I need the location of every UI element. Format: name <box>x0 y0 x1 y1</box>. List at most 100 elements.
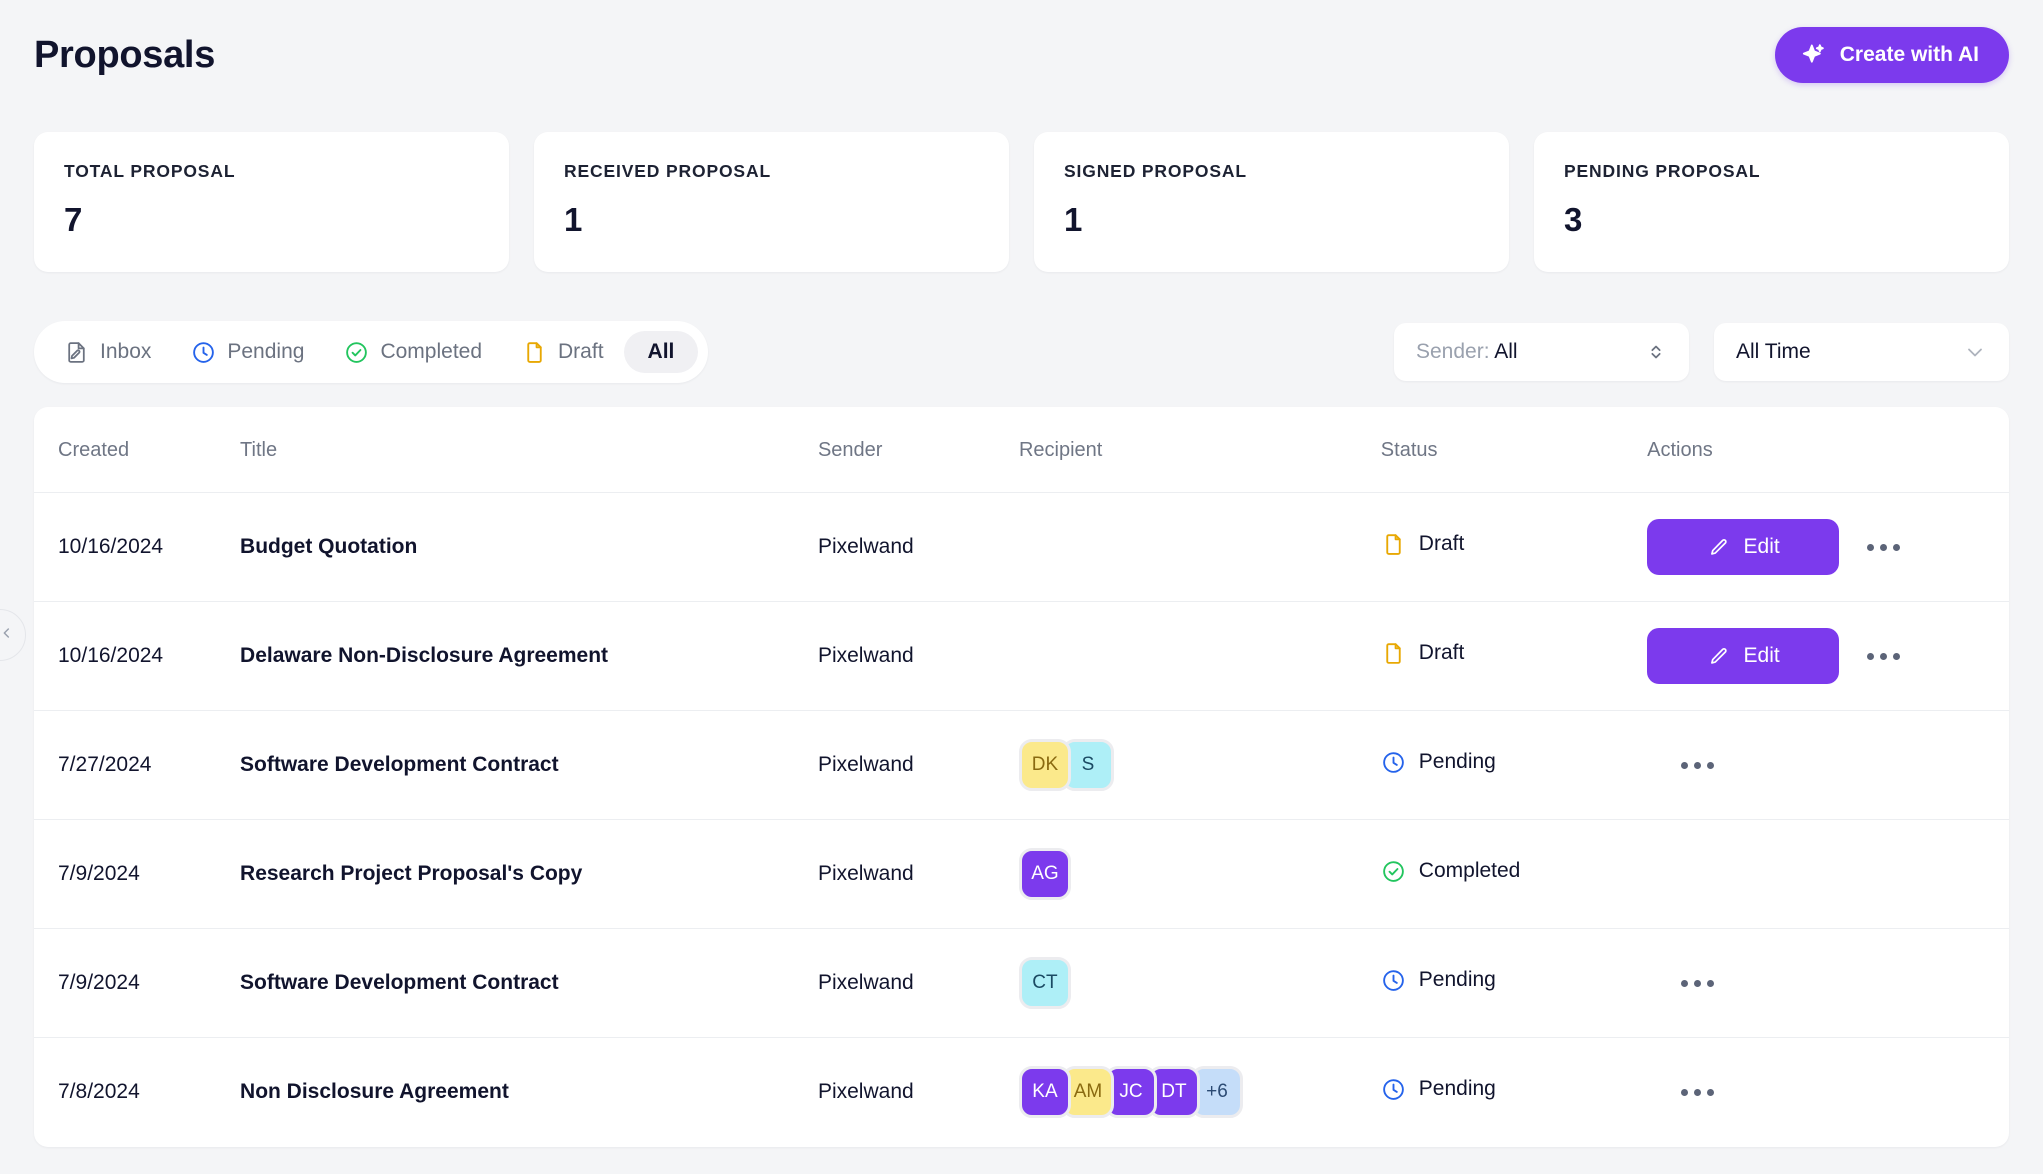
status-label: Pending <box>1418 750 1496 773</box>
avatar: KA <box>1018 1066 1071 1119</box>
tab-inbox[interactable]: Inbox <box>44 331 171 374</box>
sender-filter-prefix: Sender: <box>1416 340 1490 363</box>
cell-actions <box>1647 1038 2009 1147</box>
row-actions <box>1647 1079 2009 1106</box>
proposal-title: Non Disclosure Agreement <box>240 1080 509 1104</box>
check-circle-icon <box>344 340 369 365</box>
cell-created: 7/8/2024 <box>58 1080 140 1104</box>
cell-created: 7/9/2024 <box>34 819 241 929</box>
stat-label: SIGNED PROPOSAL <box>1064 161 1247 181</box>
cell-actions: Edit <box>1647 492 2009 602</box>
dot-icon <box>1681 761 1689 769</box>
sender-filter-select[interactable]: Sender: All <box>1394 323 1689 381</box>
avatar: CT <box>1018 957 1071 1009</box>
status-badge: Pending <box>1381 968 1496 993</box>
pencil-icon <box>1707 645 1730 668</box>
table-body: 10/16/2024 Budget Quotation Pixelwand Draft… <box>34 492 2009 1147</box>
dot-icon <box>1694 761 1702 769</box>
tab-all[interactable]: All <box>623 331 699 373</box>
tab-pending[interactable]: Pending <box>171 331 324 374</box>
status-badge: Pending <box>1381 1077 1496 1102</box>
cell-status: Draft <box>1380 601 1648 711</box>
stat-label: PENDING PROPOSAL <box>1564 161 1761 181</box>
stat-card-signed-proposal: SIGNED PROPOSAL 1 <box>1034 132 1509 272</box>
cell-recipient <box>1018 601 1381 711</box>
edit-button-label: Edit <box>1743 644 1780 667</box>
table-row[interactable]: 7/8/2024 Non Disclosure Agreement Pixelwan… <box>34 1038 2009 1147</box>
cell-sender: Pixelwand <box>817 1080 914 1104</box>
row-actions: Edit <box>1647 628 2009 684</box>
row-more-options-button[interactable] <box>1669 970 1726 997</box>
table-head: Created Title Sender Recipient Status Ac… <box>34 407 2009 493</box>
row-more-options-button[interactable] <box>1855 643 1912 670</box>
dot-icon <box>1707 761 1715 769</box>
cell-title: Delaware Non-Disclosure Agreement <box>240 601 818 711</box>
column-header-created: Created <box>34 407 241 493</box>
cell-recipient: CT <box>1018 928 1381 1038</box>
create-with-ai-label: Create with AI <box>1839 43 1979 66</box>
table-row[interactable]: 10/16/2024 Budget Quotation Pixelwand Draft… <box>34 492 2009 602</box>
cell-sender: Pixelwand <box>817 492 1019 602</box>
status-label: Pending <box>1418 968 1496 991</box>
time-filter-value: All Time <box>1736 340 1811 363</box>
dot-icon <box>1707 1088 1715 1096</box>
dot-icon <box>1694 979 1702 987</box>
dot-icon <box>1694 1088 1702 1096</box>
cell-actions <box>1647 710 2009 820</box>
edit-button[interactable]: Edit <box>1647 519 1840 575</box>
tab-label: All <box>647 340 675 363</box>
table-row[interactable]: 10/16/2024 Delaware Non-Disclosure Agreem… <box>34 601 2009 711</box>
table-row[interactable]: 7/9/2024 Software Development Contract Pix… <box>34 928 2009 1038</box>
cell-created: 10/16/2024 <box>34 492 241 602</box>
column-header-recipient: Recipient <box>1018 407 1381 493</box>
row-actions <box>1647 752 2009 779</box>
sparkle-icon <box>1801 42 1827 68</box>
cell-sender: Pixelwand <box>817 601 1019 711</box>
edit-button-label: Edit <box>1743 535 1780 558</box>
chevron-up-down-icon <box>1645 341 1667 363</box>
tab-completed[interactable]: Completed <box>324 331 502 374</box>
page-header: Proposals Create with AI <box>34 0 2009 96</box>
status-badge: Draft <box>1381 641 1464 666</box>
dot-icon <box>1893 652 1901 660</box>
tab-draft[interactable]: Draft <box>502 331 624 374</box>
proposals-table: Created Title Sender Recipient Status Ac… <box>34 407 2009 1147</box>
sidebar-collapse-toggle[interactable] <box>0 609 26 661</box>
cell-title: Software Development Contract <box>240 928 818 1038</box>
clock-icon <box>1381 1077 1406 1102</box>
document-icon <box>1381 641 1406 666</box>
cell-title: Budget Quotation <box>240 492 818 602</box>
status-badge: Pending <box>1381 750 1496 775</box>
row-more-options-button[interactable] <box>1669 752 1726 779</box>
cell-created: 10/16/2024 <box>34 601 241 711</box>
check-circle-icon <box>1381 859 1406 884</box>
stat-value: 3 <box>1564 201 1583 238</box>
row-more-options-button[interactable] <box>1669 1079 1726 1106</box>
proposal-title: Research Project Proposal's Copy <box>240 862 583 885</box>
time-filter-select[interactable]: All Time <box>1714 323 2009 381</box>
table-row[interactable]: 7/27/2024 Software Development Contract Pi… <box>34 710 2009 820</box>
column-header-status: Status <box>1380 407 1648 493</box>
edit-button[interactable]: Edit <box>1647 628 1840 684</box>
status-badge: Draft <box>1381 532 1464 557</box>
cell-status: Pending <box>1381 1038 1647 1147</box>
table-header-row: Created Title Sender Recipient Status Ac… <box>34 407 2009 493</box>
proposals-page: Proposals Create with AI TOTAL PROPOSAL … <box>0 0 2043 1174</box>
pencil-icon <box>1707 536 1730 559</box>
clock-icon <box>1381 968 1406 993</box>
row-more-options-button[interactable] <box>1855 534 1912 561</box>
cell-status: Pending <box>1380 710 1648 820</box>
create-with-ai-button[interactable]: Create with AI <box>1774 27 2009 83</box>
cell-sender: Pixelwand <box>817 710 1019 820</box>
table-row[interactable]: 7/9/2024 Research Project Proposal's Copy… <box>34 819 2009 929</box>
status-label: Completed <box>1418 859 1521 882</box>
stat-value: 7 <box>64 201 83 238</box>
avatar-group: KA AM JC DT +6 <box>1018 1066 1243 1119</box>
sender-filter-value: Sender: All <box>1416 340 1518 364</box>
document-icon <box>1381 532 1406 557</box>
clock-icon <box>191 340 216 365</box>
avatar-group: CT <box>1018 957 1071 1009</box>
sender-filter-selected: All <box>1494 340 1518 363</box>
filter-controls: Sender: All All Time <box>1394 323 2009 381</box>
cell-title: Research Project Proposal's Copy <box>240 819 818 929</box>
